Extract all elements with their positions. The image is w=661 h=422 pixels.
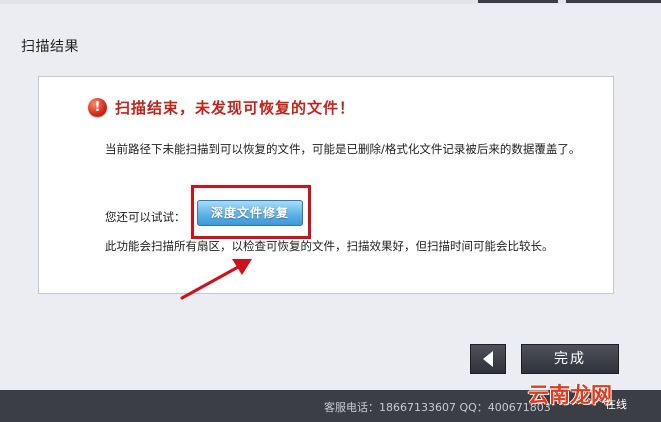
deep-recovery-description: 此功能会扫描所有扇区，以检查可恢复的文件，扫描效果好，但扫描时间可能会比较长。 (105, 239, 554, 253)
done-button[interactable]: 完成 (521, 344, 619, 374)
top-tab-right[interactable] (566, 0, 661, 3)
deep-recovery-button[interactable]: 深度文件修复 (197, 200, 303, 226)
online-support-link[interactable]: 在线 (605, 396, 627, 412)
customer-service-info: 客服电话：18667133607 QQ：400671803 (324, 401, 551, 414)
left-triangle-icon (483, 351, 493, 367)
try-label: 您还可以试试： (105, 210, 186, 224)
alert-title: 扫描结束，未发现可恢复的文件！ (115, 99, 356, 117)
error-exclamation-icon: ! (88, 98, 107, 117)
top-tab-left[interactable] (478, 0, 558, 3)
back-button[interactable] (470, 344, 506, 374)
alert-row: ! 扫描结束，未发现可恢复的文件！ (88, 97, 355, 118)
scan-description: 当前路径下未能扫描到可以恢复的文件，可能是已删除/格式化文件记录被后来的数据覆盖… (105, 142, 581, 156)
section-title: 扫描结果 (21, 39, 79, 55)
watermark-logo: 云南龙网 (528, 383, 612, 407)
top-strip (0, 0, 661, 4)
scan-result-panel: ! 扫描结束，未发现可恢复的文件！ 当前路径下未能扫描到可以恢复的文件，可能是已… (38, 76, 614, 294)
